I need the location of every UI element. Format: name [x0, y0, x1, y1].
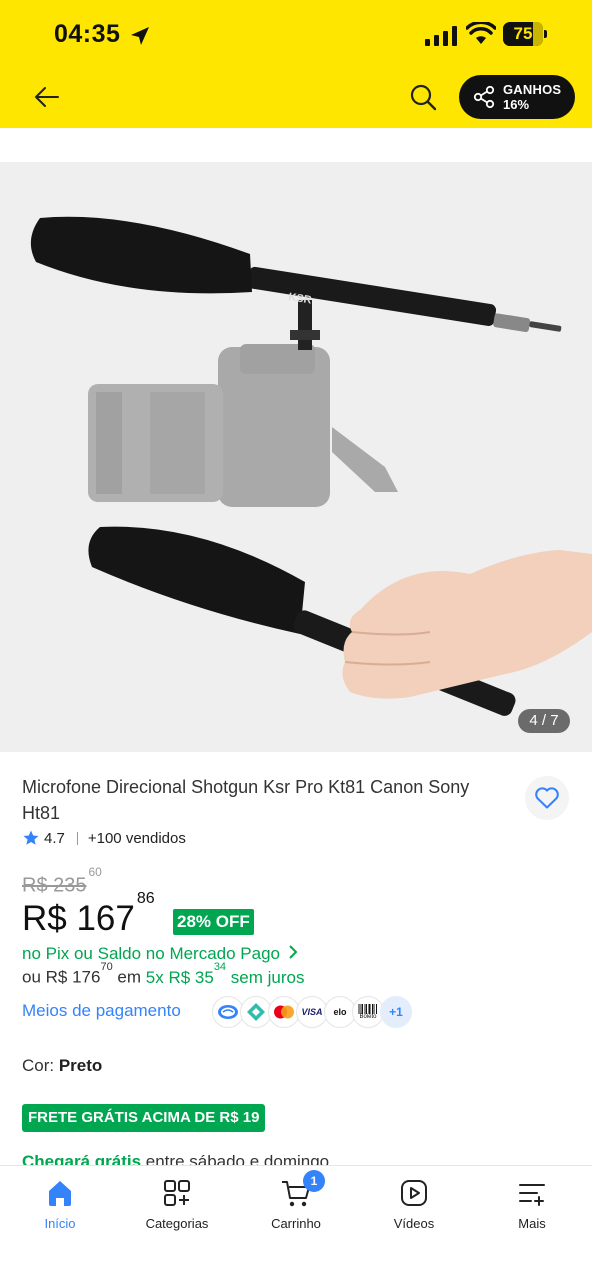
- battery-indicator: 75: [503, 22, 547, 46]
- home-icon: [49, 1181, 71, 1206]
- bottom-navigation: Início Categorias 1 Carrinho Vídeos Mais: [0, 1165, 592, 1280]
- search-button[interactable]: [404, 78, 442, 116]
- nav-item-cart[interactable]: 1 Carrinho: [237, 1170, 355, 1248]
- share-earnings-label: GANHOS: [503, 82, 562, 97]
- rating-row[interactable]: 4.7 +100 vendidos: [22, 828, 186, 848]
- more-payment-methods[interactable]: +1: [380, 996, 412, 1028]
- divider: [76, 831, 78, 845]
- image-counter: 4 / 7: [518, 709, 570, 733]
- star-icon: [23, 830, 39, 845]
- categories-icon: [164, 1180, 190, 1206]
- search-icon: [410, 84, 437, 111]
- nav-item-home[interactable]: Início: [1, 1178, 119, 1248]
- original-price: R$ 23560: [22, 865, 102, 897]
- product-image-gallery[interactable]: KSR: [0, 162, 592, 752]
- arrow-left-icon: [35, 87, 59, 107]
- nav-item-videos[interactable]: Vídeos: [355, 1178, 473, 1248]
- more-menu-icon: [519, 1184, 545, 1206]
- nav-item-categories[interactable]: Categorias: [118, 1178, 236, 1248]
- pix-payment-link[interactable]: no Pix ou Saldo no Mercado Pago: [22, 944, 298, 964]
- nav-item-more[interactable]: Mais: [473, 1178, 591, 1248]
- video-icon: [401, 1180, 427, 1206]
- color-variant[interactable]: Cor: Preto: [22, 1056, 102, 1076]
- battery-level: 75: [513, 24, 533, 43]
- payment-methods-link[interactable]: Meios de pagamento: [22, 1001, 181, 1021]
- free-shipping-badge: FRETE GRÁTIS ACIMA DE R$ 19: [22, 1104, 266, 1132]
- location-arrow-icon: [131, 27, 149, 45]
- back-button[interactable]: [30, 80, 64, 114]
- app-header: 04:35 75 GANHOS 16%: [0, 0, 592, 128]
- rating-value: 4.7: [44, 829, 65, 847]
- signal-icon: [425, 26, 457, 46]
- cart-count-badge: 1: [303, 1170, 325, 1192]
- mic-brand-text: KSR: [288, 291, 313, 306]
- share-earnings-button[interactable]: GANHOS 16%: [459, 75, 575, 119]
- share-icon: [473, 85, 495, 109]
- installments-text: ou R$ 17670 em 5x R$ 3534 sem juros: [22, 961, 305, 987]
- heart-icon: [535, 787, 559, 809]
- share-earnings-percent: 16%: [503, 97, 530, 112]
- current-price: R$ 16786: [22, 890, 155, 938]
- product-image: KSR: [30, 216, 592, 716]
- favorite-button[interactable]: [525, 776, 569, 820]
- status-time: 04:35: [54, 20, 121, 48]
- chevron-right-icon: [289, 945, 298, 959]
- wifi-icon: [466, 22, 496, 44]
- discount-badge: 28% OFF: [173, 909, 254, 935]
- product-title: Microfone Direcional Shotgun Ksr Pro Kt8…: [22, 777, 470, 823]
- sold-count: +100 vendidos: [87, 829, 186, 847]
